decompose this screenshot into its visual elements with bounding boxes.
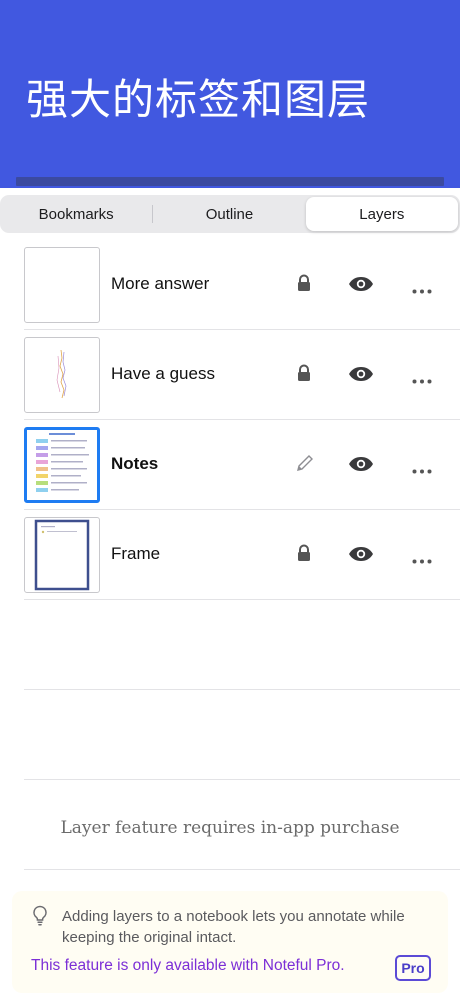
tip-text: Adding layers to a notebook lets you ann… bbox=[62, 908, 405, 946]
eye-icon[interactable] bbox=[348, 276, 374, 297]
frame-thumbnail-art bbox=[34, 519, 90, 591]
lightbulb-icon bbox=[32, 905, 48, 932]
eye-icon[interactable] bbox=[348, 456, 374, 477]
notes-thumbnail-art bbox=[27, 430, 97, 500]
eye-icon[interactable] bbox=[348, 366, 374, 387]
empty-list-row bbox=[24, 690, 460, 780]
more-options-icon[interactable] bbox=[412, 551, 432, 569]
pencil-icon[interactable] bbox=[296, 454, 314, 477]
layer-thumbnail-selected bbox=[24, 427, 100, 503]
layer-thumbnail bbox=[24, 337, 100, 413]
layer-name: Have a guess bbox=[111, 364, 215, 383]
layer-row-frame[interactable]: Frame bbox=[24, 510, 460, 600]
sketch-thumbnail-art bbox=[56, 349, 67, 399]
empty-list-row bbox=[24, 600, 460, 690]
layer-row-notes[interactable]: Notes bbox=[24, 420, 460, 510]
layer-name: Notes bbox=[111, 454, 159, 473]
layer-thumbnail bbox=[24, 517, 100, 593]
lock-icon[interactable] bbox=[296, 364, 312, 387]
purchase-notice: Layer feature requires in-app purchase bbox=[60, 818, 400, 838]
header-banner: 强大的标签和图层 bbox=[0, 0, 460, 188]
tab-label: Outline bbox=[205, 205, 254, 223]
more-options-icon[interactable] bbox=[412, 371, 432, 389]
tip-card: Adding layers to a notebook lets you ann… bbox=[12, 891, 448, 993]
layer-name: Frame bbox=[111, 544, 161, 563]
lock-icon[interactable] bbox=[296, 274, 312, 297]
layer-list: More answer Have a guess Notes Frame bbox=[24, 240, 460, 870]
layer-thumbnail bbox=[24, 247, 100, 323]
tab-layers[interactable]: Layers bbox=[305, 197, 458, 231]
more-options-icon[interactable] bbox=[412, 461, 432, 479]
banner-divider-bar bbox=[16, 177, 444, 186]
tab-label: Layers bbox=[359, 205, 405, 223]
tab-bookmarks[interactable]: Bookmarks bbox=[0, 197, 152, 231]
layer-row-more-answer[interactable]: More answer bbox=[24, 240, 460, 330]
tab-outline[interactable]: Outline bbox=[153, 197, 305, 231]
lock-icon[interactable] bbox=[296, 544, 312, 567]
tab-label: Bookmarks bbox=[38, 205, 114, 223]
more-options-icon[interactable] bbox=[412, 281, 432, 299]
banner-title: 强大的标签和图层 bbox=[26, 75, 371, 124]
pro-feature-link[interactable]: This feature is only available with Note… bbox=[31, 957, 345, 975]
layer-name: More answer bbox=[111, 274, 210, 293]
pro-badge[interactable]: Pro bbox=[395, 955, 431, 981]
eye-icon[interactable] bbox=[348, 546, 374, 567]
layer-row-have-a-guess[interactable]: Have a guess bbox=[24, 330, 460, 420]
segmented-control: Bookmarks Outline Layers bbox=[0, 195, 460, 233]
